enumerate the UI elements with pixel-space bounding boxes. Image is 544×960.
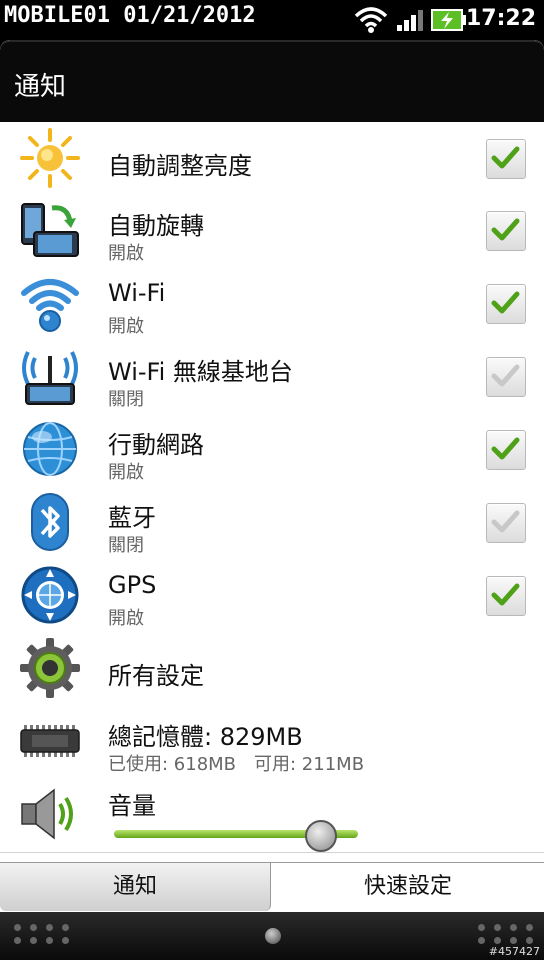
- checkmark-icon: [491, 218, 520, 241]
- wifi-icon: [354, 7, 388, 33]
- bluetooth-checkbox[interactable]: [486, 503, 526, 543]
- wifi-checkbox[interactable]: [486, 284, 526, 324]
- row-status: 開啟: [108, 462, 144, 483]
- row-all-settings[interactable]: 所有設定: [0, 632, 544, 706]
- row-status: 開啟: [108, 316, 144, 337]
- clock: 17:22: [465, 6, 536, 31]
- bluetooth-icon: [31, 493, 69, 551]
- auto-brightness-checkbox[interactable]: [486, 139, 526, 179]
- status-bar: MOBILE01 01/21/2012 17:22: [0, 0, 544, 40]
- memory-chip-icon: [20, 725, 80, 757]
- battery-charging-icon: [431, 9, 466, 31]
- checkmark-icon: [491, 291, 520, 314]
- checkmark-icon: [491, 437, 520, 460]
- drag-handle-icon[interactable]: [265, 928, 281, 944]
- notification-panel: 通知 自動調整亮度 自動旋轉 開啟 Wi-Fi 開啟 Wi-Fi 無線基地台 關…: [0, 40, 544, 912]
- wifi-hotspot-icon: [22, 351, 78, 405]
- row-title: 自動旋轉: [108, 212, 204, 240]
- row-title: 音量: [108, 792, 156, 820]
- row-status: 關閉: [108, 535, 144, 556]
- row-title: Wi-Fi: [108, 279, 166, 307]
- gps-compass-icon: [21, 566, 79, 624]
- wifi-hotspot-checkbox[interactable]: [486, 357, 526, 397]
- watermark-id: #457427: [488, 945, 540, 958]
- tab-quick-settings[interactable]: 快速設定: [272, 863, 544, 911]
- volume-slider-knob[interactable]: [305, 820, 338, 852]
- gear-icon: [20, 638, 80, 698]
- signal-icon: [397, 10, 423, 31]
- auto-rotate-checkbox[interactable]: [486, 211, 526, 251]
- mobile-network-globe-icon: [23, 422, 77, 476]
- watermark-logo: MOBILE01 01/21/2012: [4, 3, 256, 28]
- bottom-handle-bar[interactable]: #457427: [0, 912, 544, 960]
- tab-bar: 通知 快速設定: [0, 862, 544, 912]
- checkmark-icon: [491, 510, 520, 533]
- rotate-phone-icon: [21, 203, 79, 257]
- grip-dots-right-icon: [478, 924, 534, 944]
- row-title: GPS: [108, 571, 157, 599]
- row-memory: 總記憶體: 829MB 已使用: 618MB 可用: 211MB: [0, 705, 544, 779]
- memory-usage: 已使用: 618MB 可用: 211MB: [108, 754, 365, 775]
- row-title: 自動調整亮度: [108, 152, 252, 180]
- row-title: 藍牙: [108, 504, 156, 532]
- panel-header: 通知: [0, 40, 544, 124]
- panel-title: 通知: [14, 72, 67, 102]
- row-gps[interactable]: GPS 開啟: [0, 559, 544, 633]
- row-title: 所有設定: [108, 662, 204, 690]
- row-auto-brightness[interactable]: 自動調整亮度: [0, 122, 544, 195]
- row-wifi-hotspot[interactable]: Wi-Fi 無線基地台 關閉: [0, 340, 544, 414]
- wifi-icon: [21, 279, 79, 332]
- row-mobile-network[interactable]: 行動網路 開啟: [0, 413, 544, 487]
- gps-checkbox[interactable]: [486, 576, 526, 616]
- grip-dots-left-icon: [14, 924, 70, 944]
- row-auto-rotate[interactable]: 自動旋轉 開啟: [0, 194, 544, 268]
- memory-total: 總記憶體: 829MB: [108, 723, 303, 751]
- row-wifi[interactable]: Wi-Fi 開啟: [0, 267, 544, 341]
- checkmark-icon: [491, 146, 520, 169]
- row-bluetooth[interactable]: 藍牙 關閉: [0, 486, 544, 560]
- row-title: Wi-Fi 無線基地台: [108, 358, 293, 386]
- row-status: 開啟: [108, 243, 144, 264]
- checkmark-icon: [491, 364, 520, 387]
- row-status: 開啟: [108, 608, 144, 629]
- row-title: 行動網路: [108, 431, 204, 459]
- row-status: 關閉: [108, 389, 144, 410]
- speaker-icon: [21, 788, 73, 840]
- brightness-sun-icon: [20, 128, 80, 188]
- tab-notifications[interactable]: 通知: [0, 863, 271, 911]
- row-volume: 音量: [0, 778, 544, 853]
- checkmark-icon: [491, 583, 520, 606]
- mobile-network-checkbox[interactable]: [486, 430, 526, 470]
